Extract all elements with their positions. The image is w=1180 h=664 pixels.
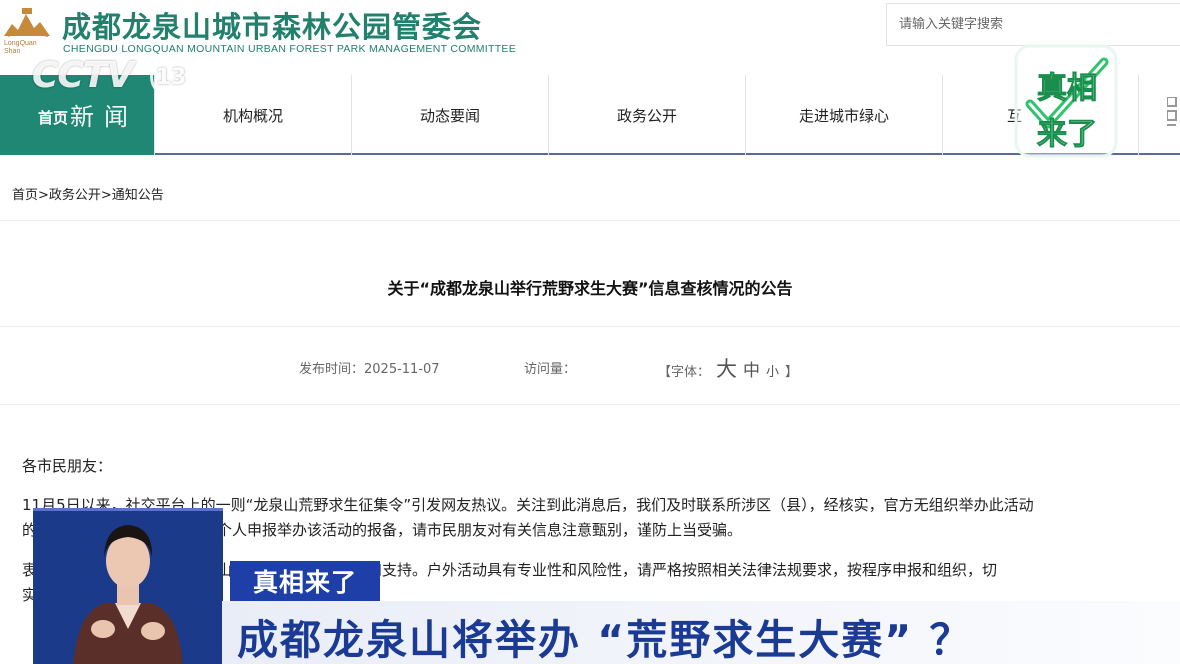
channel-number: 13 [150,56,192,98]
site-logo[interactable]: LongQuan Shan [2,2,54,58]
visit-count: 访问量： [524,362,577,377]
font-size-close-bracket: 】 [785,365,799,380]
divider [0,326,1180,327]
news-channel-label: 新闻 [70,103,138,131]
banner-tag: 真相来了 [230,561,380,601]
nav-item-news[interactable]: 动态要闻 [351,75,548,155]
news-banner: 成都龙泉山将举办 “荒野求生大赛” ？ [222,601,1180,664]
article-salutation: 各市民朋友： [22,457,113,475]
font-size-label: 【字体： [658,365,711,380]
show-logo-icon: 真相 来了 [1014,44,1118,158]
publish-time: 发布时间：2025-11-07 [299,362,440,377]
sign-language-interpreter [33,508,223,664]
interpreter-image [33,511,223,664]
channel-logo: CCTV [32,55,134,96]
site-title: 成都龙泉山城市森林公园管委会 [62,10,483,44]
nav-item-gov-affairs[interactable]: 政务公开 [548,75,745,155]
logo-text: LongQuan Shan [4,40,37,55]
breadcrumb[interactable]: 首页>政务公开>通知公告 [12,184,164,203]
nav-item-extra[interactable] [1138,75,1180,155]
search-input[interactable] [887,4,1180,45]
site-subtitle: CHENGDU LONGQUAN MOUNTAIN URBAN FOREST P… [63,43,517,55]
font-size-switch: 【字体： 大 中 小 】 [658,353,798,383]
divider [0,220,1180,221]
font-size-medium-button[interactable]: 中 [743,356,760,381]
svg-text:来了: 来了 [1037,117,1097,152]
svg-text:真相: 真相 [1037,71,1097,106]
qr-code-icon [1167,97,1177,126]
font-size-small-button[interactable]: 小 [766,361,779,380]
banner-headline: 成都龙泉山将举办 “荒野求生大赛” ？ [237,616,973,664]
mountain-logo-icon [4,8,50,37]
font-size-large-button[interactable]: 大 [716,353,737,383]
article-title: 关于“成都龙泉山举行荒野求生大赛”信息查核情况的公告 [387,279,793,298]
divider [0,404,1180,405]
nav-home-label: 首页 [38,109,69,127]
nav-item-green-heart[interactable]: 走进城市绿心 [745,75,942,155]
